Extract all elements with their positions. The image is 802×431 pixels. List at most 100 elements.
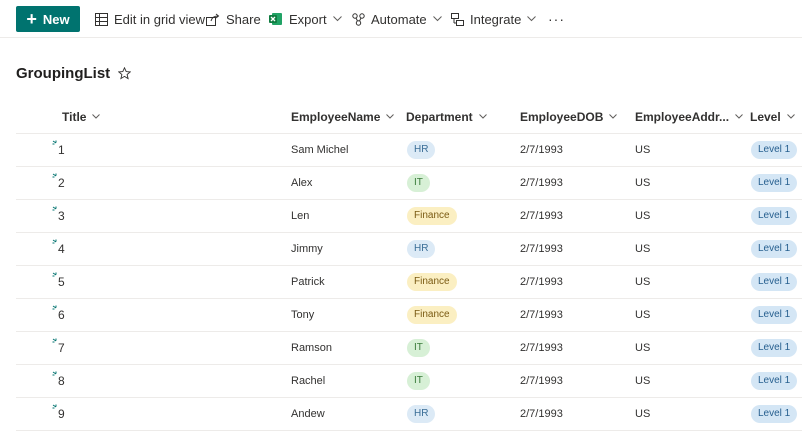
chevron-down-icon [527, 16, 537, 22]
table-row[interactable]: 3 Len Finance 2/7/1993 US Level 1 [16, 200, 802, 233]
department-cell: Finance [407, 200, 457, 232]
chevron-down-icon [786, 114, 795, 119]
column-header-title[interactable]: Title [62, 100, 101, 133]
chevron-down-icon [386, 114, 395, 119]
column-header-title-label: Title [62, 109, 87, 124]
level-badge: Level 1 [751, 339, 798, 357]
department-badge: IT [407, 372, 430, 390]
employee-address-cell: US [635, 210, 651, 222]
title-cell[interactable]: 7 [52, 332, 65, 364]
department-cell: IT [407, 332, 430, 364]
title-cell[interactable]: 8 [52, 365, 65, 397]
edit-grid-view-button[interactable]: Edit in grid view [95, 0, 205, 38]
employee-address-cell: US [635, 342, 651, 354]
column-header-department[interactable]: Department [406, 100, 487, 133]
table-row[interactable]: 5 Patrick Finance 2/7/1993 US Level 1 [16, 266, 802, 299]
new-item-sparkle-icon [52, 371, 57, 376]
department-badge: HR [407, 141, 436, 159]
more-options-button[interactable]: ··· [548, 0, 565, 38]
chevron-down-icon [332, 16, 342, 22]
command-bar: + New Edit in grid view Share Export Aut… [0, 0, 802, 38]
level-cell: Level 1 [751, 266, 798, 298]
department-cell: HR [407, 233, 436, 265]
edit-grid-view-label: Edit in grid view [114, 11, 206, 27]
new-item-sparkle-icon [52, 239, 57, 244]
level-badge: Level 1 [751, 405, 798, 423]
employee-address-cell: US [635, 309, 651, 321]
table-row[interactable]: 2 Alex IT 2/7/1993 US Level 1 [16, 167, 802, 200]
level-cell: Level 1 [751, 233, 798, 265]
employee-dob-cell: 2/7/1993 [520, 408, 563, 420]
level-cell: Level 1 [751, 299, 798, 331]
table-row[interactable]: 6 Tony Finance 2/7/1993 US Level 1 [16, 299, 802, 332]
table-row[interactable]: 9 Andew HR 2/7/1993 US Level 1 [16, 398, 802, 431]
table-row[interactable]: 4 Jimmy HR 2/7/1993 US Level 1 [16, 233, 802, 266]
column-header-employee-address[interactable]: EmployeeAddr... [635, 100, 743, 133]
employee-name-cell: Jimmy [291, 243, 323, 255]
column-header-employee-name-label: EmployeeName [291, 109, 381, 124]
table-row[interactable]: 8 Rachel IT 2/7/1993 US Level 1 [16, 365, 802, 398]
column-header-employee-name[interactable]: EmployeeName [291, 100, 395, 133]
column-header-employee-address-label: EmployeeAddr... [635, 109, 730, 124]
department-badge: HR [407, 240, 436, 258]
title-cell[interactable]: 6 [52, 299, 65, 331]
new-button[interactable]: + New [16, 6, 80, 32]
employee-name-cell: Patrick [291, 276, 325, 288]
employee-dob-cell: 2/7/1993 [520, 309, 563, 321]
employee-name-cell: Ramson [291, 342, 332, 354]
department-cell: HR [407, 398, 436, 430]
employee-name-cell: Andew [291, 408, 325, 420]
new-item-sparkle-icon [52, 305, 57, 310]
employee-dob-cell: 2/7/1993 [520, 144, 563, 156]
employee-address-cell: US [635, 243, 651, 255]
employee-address-cell: US [635, 177, 651, 189]
share-label: Share [226, 11, 261, 27]
chevron-down-icon [478, 114, 487, 119]
new-item-sparkle-icon [52, 206, 57, 211]
title-cell[interactable]: 2 [52, 167, 65, 199]
employee-dob-cell: 2/7/1993 [520, 375, 563, 387]
page-title: GroupingList [16, 65, 111, 82]
export-label: Export [289, 11, 327, 27]
grid-icon [95, 12, 108, 26]
export-button[interactable]: Export [269, 0, 342, 38]
level-badge: Level 1 [751, 372, 798, 390]
title-cell[interactable]: 5 [52, 266, 65, 298]
more-icon: ··· [548, 11, 565, 27]
level-badge: Level 1 [751, 141, 798, 159]
level-badge: Level 1 [751, 240, 798, 258]
employee-dob-cell: 2/7/1993 [520, 177, 563, 189]
title-cell[interactable]: 1 [52, 134, 65, 166]
level-cell: Level 1 [751, 365, 798, 397]
share-button[interactable]: Share [206, 0, 261, 38]
level-badge: Level 1 [751, 306, 798, 324]
column-header-level[interactable]: Level [750, 100, 795, 133]
title-cell[interactable]: 4 [52, 233, 65, 265]
column-header-employee-dob[interactable]: EmployeeDOB [520, 100, 618, 133]
level-cell: Level 1 [751, 134, 798, 166]
automate-button[interactable]: Automate [352, 0, 442, 38]
new-item-sparkle-icon [52, 140, 57, 145]
title-cell[interactable]: 3 [52, 200, 65, 232]
new-item-sparkle-icon [52, 173, 57, 178]
employee-name-cell: Alex [291, 177, 313, 189]
employee-name-cell: Len [291, 210, 310, 222]
employee-dob-cell: 2/7/1993 [520, 342, 563, 354]
level-cell: Level 1 [751, 398, 798, 430]
employee-name-cell: Rachel [291, 375, 326, 387]
column-header-employee-dob-label: EmployeeDOB [520, 109, 604, 124]
title-cell[interactable]: 9 [52, 398, 65, 430]
employee-address-cell: US [635, 276, 651, 288]
chevron-down-icon [92, 114, 101, 119]
department-cell: IT [407, 167, 430, 199]
list-grid: Title EmployeeName Department EmployeeDO… [16, 100, 802, 431]
department-badge: HR [407, 405, 436, 423]
chevron-down-icon [432, 16, 442, 22]
department-cell: HR [407, 134, 436, 166]
department-cell: IT [407, 365, 430, 397]
table-row[interactable]: 1 Sam Michel HR 2/7/1993 US Level 1 [16, 134, 802, 167]
table-row[interactable]: 7 Ramson IT 2/7/1993 US Level 1 [16, 332, 802, 365]
favorite-star-icon[interactable] [118, 67, 132, 80]
integrate-button[interactable]: Integrate [451, 0, 537, 38]
level-cell: Level 1 [751, 332, 798, 364]
